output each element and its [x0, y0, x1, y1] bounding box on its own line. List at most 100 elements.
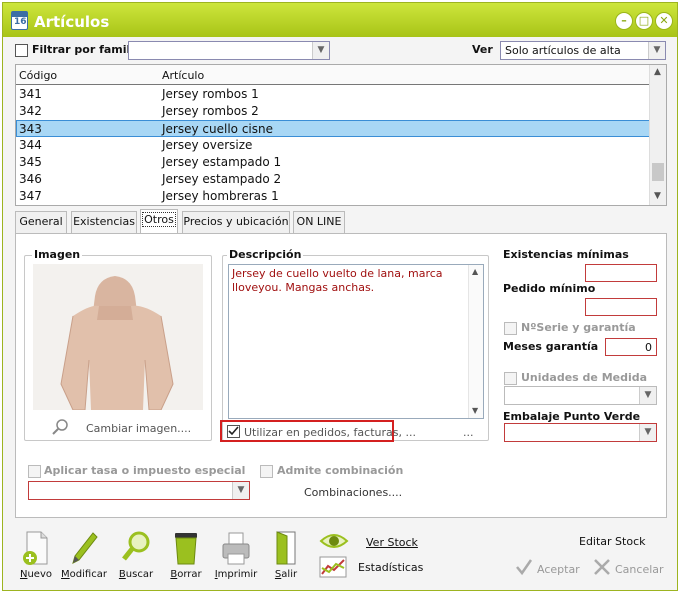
row-name: Jersey estampado 1 — [162, 155, 282, 169]
tax-select[interactable]: ▼ — [28, 481, 250, 500]
magnifier-icon[interactable] — [50, 418, 70, 438]
order-min-label: Pedido mínimo — [503, 282, 596, 295]
imprimir-button[interactable]: Imprimir — [213, 530, 259, 580]
tab-existencias[interactable]: Existencias — [71, 211, 137, 233]
modificar-label: Modificar — [61, 569, 107, 580]
row-name: Jersey oversize — [162, 138, 253, 152]
list-header: Código Artículo — [16, 65, 650, 85]
warranty-label: Meses garantía — [503, 340, 599, 353]
nuevo-label: Nuevo — [19, 569, 52, 580]
row-name: Jersey estampado 2 — [162, 172, 282, 186]
otros-panel: Imagen Cambiar imagen.... Descripción Je… — [15, 233, 667, 518]
estadisticas-link[interactable]: Estadísticas — [358, 561, 423, 574]
nuevo-button[interactable]: Nuevo — [13, 530, 59, 580]
table-row[interactable]: 341 Jersey rombos 1 — [16, 86, 650, 103]
minimize-icon[interactable]: – — [615, 12, 633, 30]
units-checkbox[interactable] — [504, 372, 517, 385]
change-image-link[interactable]: Cambiar imagen.... — [86, 422, 191, 435]
tab-online[interactable]: ON LINE — [293, 211, 345, 233]
title-bar[interactable]: 16 Artículos – □ ✕ — [3, 3, 677, 37]
description-scrollbar[interactable]: ▲ ▼ — [468, 265, 483, 418]
row-name: Jersey hombreras 1 — [162, 189, 279, 203]
tab-precios-ubicacion[interactable]: Precios y ubicación — [182, 211, 290, 233]
chevron-down-icon[interactable]: ▼ — [654, 191, 661, 201]
chevron-up-icon[interactable]: ▲ — [472, 267, 478, 276]
borrar-label: Borrar — [170, 569, 202, 580]
table-row[interactable]: 346 Jersey estampado 2 — [16, 171, 650, 188]
table-row[interactable]: 345 Jersey estampado 1 — [16, 154, 650, 171]
trash-icon — [175, 533, 197, 565]
warranty-field[interactable]: 0 — [605, 338, 657, 356]
chevron-down-icon[interactable]: ▼ — [312, 42, 329, 59]
stock-min-label: Existencias mínimas — [503, 248, 629, 261]
row-code: 346 — [19, 172, 42, 186]
row-code: 341 — [19, 87, 42, 101]
combination-checkbox[interactable] — [260, 465, 273, 478]
aceptar-button[interactable]: Aceptar — [537, 563, 580, 576]
chevron-down-icon[interactable]: ▼ — [639, 387, 656, 404]
column-header-articulo[interactable]: Artículo — [162, 69, 204, 82]
statistics-chart-icon[interactable] — [319, 556, 347, 578]
row-name: Jersey rombos 1 — [162, 87, 259, 101]
exit-door-icon — [276, 531, 296, 565]
serie-label: NºSerie y garantía — [521, 321, 636, 334]
serie-checkbox[interactable] — [504, 322, 517, 335]
ver-select[interactable]: Solo artículos de alta ▼ — [500, 41, 666, 60]
chevron-down-icon[interactable]: ▼ — [639, 424, 656, 441]
eye-icon[interactable] — [319, 531, 349, 551]
tab-otros-label: Otros — [142, 212, 176, 227]
family-select[interactable]: ▼ — [128, 41, 330, 60]
articles-list[interactable]: Código Artículo 341 Jersey rombos 1 342 Je… — [15, 64, 667, 206]
new-document-icon — [23, 531, 48, 565]
combination-label: Admite combinación — [277, 464, 404, 477]
table-row[interactable]: 342 Jersey rombos 2 — [16, 103, 650, 120]
chevron-up-icon[interactable]: ▲ — [654, 67, 661, 77]
units-select[interactable]: ▼ — [504, 386, 657, 405]
use-in-checkbox[interactable] — [227, 425, 240, 438]
ver-stock-link[interactable]: Ver Stock — [366, 536, 418, 549]
stock-min-field[interactable] — [585, 264, 657, 282]
scrollbar-thumb[interactable] — [652, 163, 664, 181]
row-code: 342 — [19, 104, 42, 118]
salir-button[interactable]: Salir — [263, 530, 309, 580]
table-row[interactable]: 347 Jersey hombreras 1 — [16, 188, 650, 205]
modificar-button[interactable]: Modificar — [61, 530, 107, 580]
list-scrollbar[interactable]: ▲ ▼ — [649, 65, 666, 205]
table-row-selected[interactable]: 343 Jersey cuello cisne — [16, 120, 650, 137]
use-in-label: Utilizar en pedidos, facturas, ... — [244, 426, 416, 439]
chevron-down-icon[interactable]: ▼ — [232, 482, 249, 499]
product-image — [33, 264, 203, 410]
filter-family-checkbox[interactable] — [15, 44, 28, 57]
tab-otros[interactable]: Otros — [140, 209, 178, 233]
borrar-button[interactable]: Borrar — [163, 530, 209, 580]
column-header-codigo[interactable]: Código — [19, 69, 57, 82]
maximize-icon[interactable]: □ — [635, 12, 653, 30]
more-button[interactable]: ... — [463, 426, 474, 439]
close-icon[interactable]: ✕ — [655, 12, 673, 30]
chevron-down-icon[interactable]: ▼ — [648, 42, 665, 59]
order-min-field[interactable] — [585, 298, 657, 316]
buscar-label: Buscar — [118, 569, 154, 580]
search-icon — [122, 531, 150, 561]
combinations-link[interactable]: Combinaciones.... — [304, 486, 402, 499]
ver-select-value: Solo artículos de alta — [505, 44, 621, 57]
sweater-image — [33, 264, 203, 410]
row-code: 344 — [19, 138, 42, 152]
articulos-window: 16 Artículos – □ ✕ Filtrar por familia ▼… — [2, 2, 678, 591]
tab-general[interactable]: General — [15, 211, 67, 233]
tax-label: Aplicar tasa o impuesto especial — [44, 464, 246, 477]
cancelar-button[interactable]: Cancelar — [615, 563, 664, 576]
image-label: Imagen — [32, 248, 83, 261]
description-textarea[interactable]: Jersey de cuello vuelto de lana, marca l… — [228, 264, 484, 419]
row-code: 347 — [19, 189, 42, 203]
filter-family-label: Filtrar por familia — [32, 43, 142, 56]
table-row[interactable]: 344 Jersey oversize — [16, 137, 650, 154]
editar-stock-link[interactable]: Editar Stock — [579, 535, 646, 548]
tax-checkbox[interactable] — [28, 465, 41, 478]
description-text: Jersey de cuello vuelto de lana, marca l… — [232, 267, 443, 294]
row-code: 345 — [19, 155, 42, 169]
packaging-select[interactable]: ▼ — [504, 423, 657, 442]
buscar-button[interactable]: Buscar — [113, 530, 159, 580]
description-label: Descripción — [227, 248, 304, 261]
chevron-down-icon[interactable]: ▼ — [472, 406, 478, 415]
